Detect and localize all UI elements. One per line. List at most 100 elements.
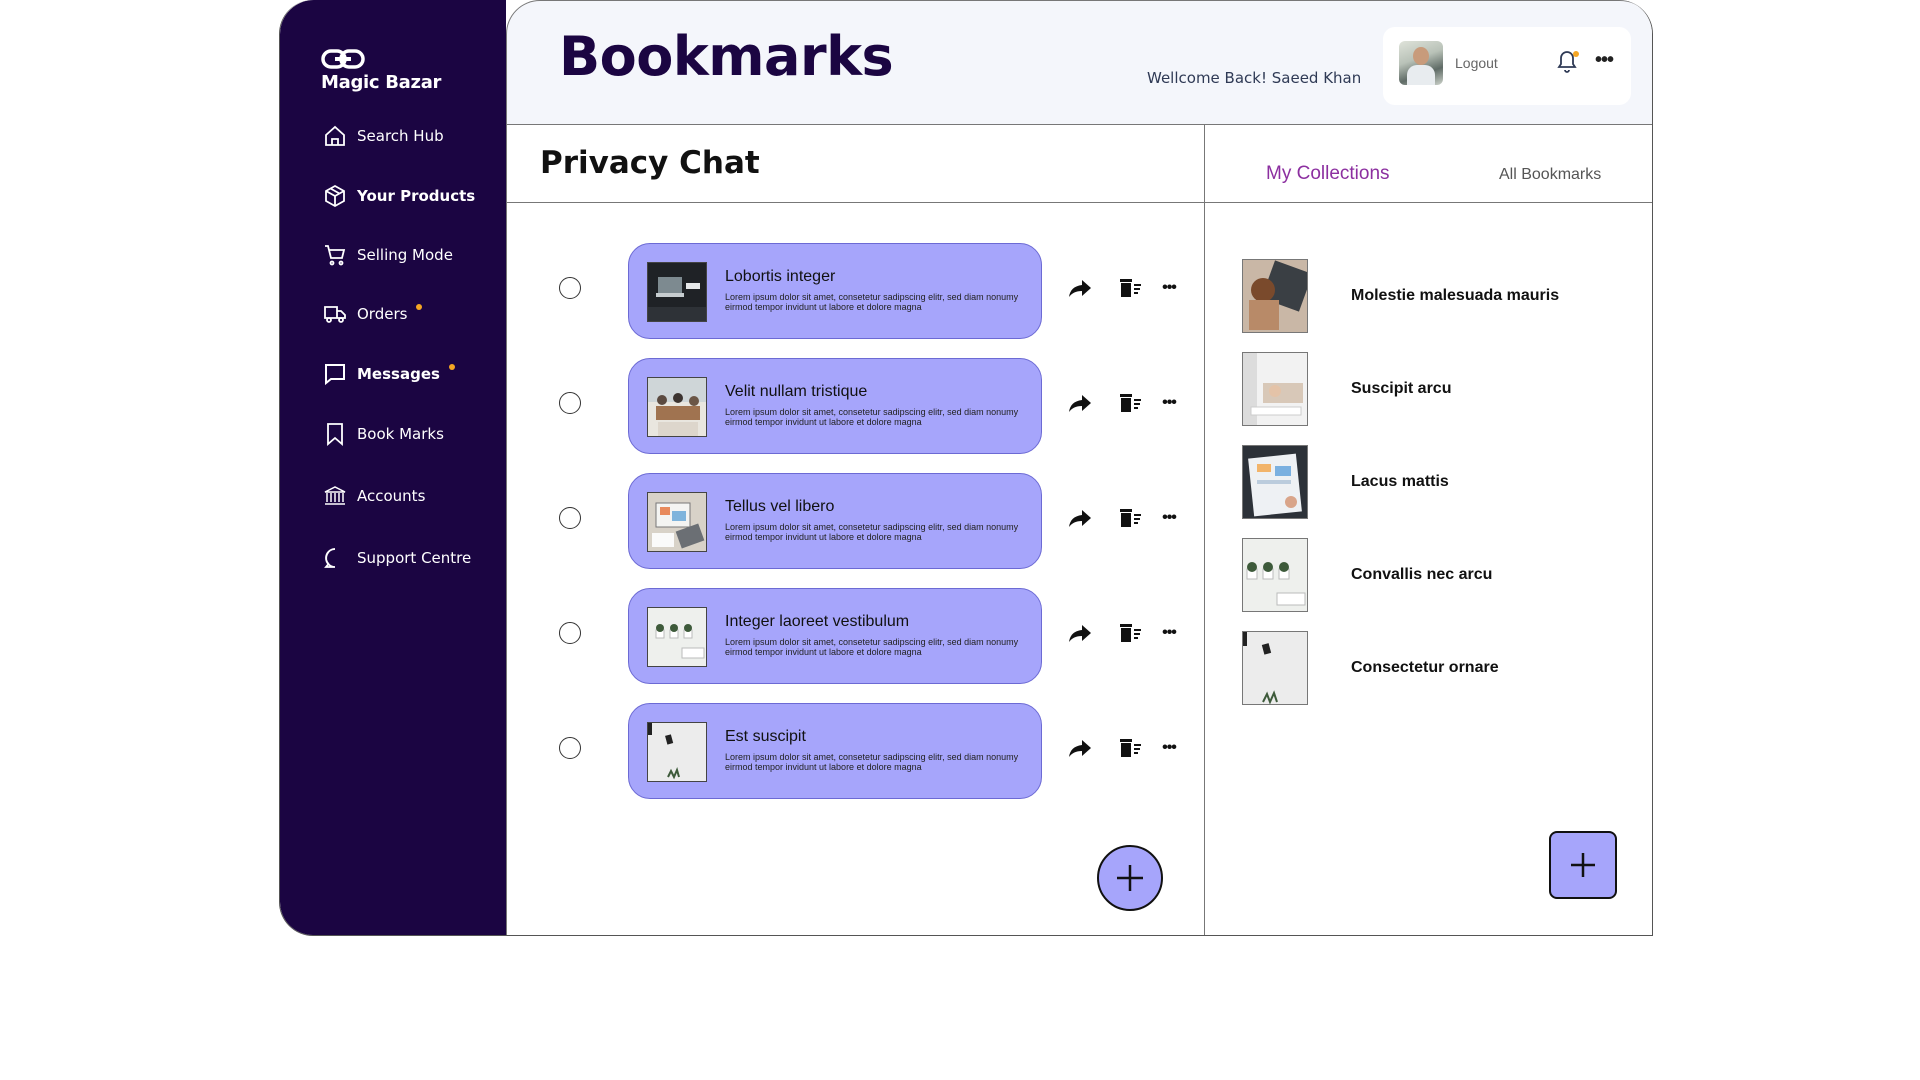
- divider: [507, 202, 1204, 203]
- more-options-icon[interactable]: •••: [1595, 49, 1614, 72]
- share-icon[interactable]: [1065, 733, 1095, 763]
- more-options-icon[interactable]: •••: [1154, 388, 1184, 418]
- collection-item[interactable]: Consectetur ornare: [1242, 631, 1642, 705]
- bank-icon: [324, 486, 346, 505]
- delete-icon[interactable]: [1115, 388, 1145, 418]
- logo-icon: [321, 49, 365, 69]
- sidebar-item-your-products[interactable]: Your Products: [323, 184, 475, 208]
- sidebar-item-accounts[interactable]: Accounts: [323, 484, 425, 508]
- card-description: Lorem ipsum dolor sit amet, consetetur s…: [725, 522, 1019, 542]
- sidebar-item-label: Accounts: [357, 487, 426, 505]
- collection-label: Convallis nec arcu: [1351, 566, 1493, 583]
- sidebar-item-orders[interactable]: Orders: [323, 302, 423, 326]
- sidebar-item-label: Search Hub: [357, 127, 444, 145]
- share-icon[interactable]: [1065, 618, 1095, 648]
- select-radio[interactable]: [559, 277, 581, 299]
- bookmark-card[interactable]: Tellus vel libero Lorem ipsum dolor sit …: [628, 473, 1042, 569]
- home-icon: [325, 125, 345, 146]
- select-radio[interactable]: [559, 737, 581, 759]
- card-title: Velit nullam tristique: [725, 383, 868, 400]
- bookmark-card[interactable]: Lobortis integer Lorem ipsum dolor sit a…: [628, 243, 1042, 339]
- thumbnail-image: [647, 377, 707, 437]
- logout-button[interactable]: Logout: [1455, 55, 1498, 71]
- collection-thumbnail: [1242, 445, 1308, 519]
- collection-label: Molestie malesuada mauris: [1351, 287, 1560, 304]
- sidebar-item-label: Support Centre: [357, 549, 472, 567]
- bookmark-icon: [327, 423, 343, 446]
- sidebar-item-book-marks[interactable]: Book Marks: [323, 422, 444, 446]
- card-title: Tellus vel libero: [725, 498, 835, 515]
- card-description: Lorem ipsum dolor sit amet, consetetur s…: [725, 637, 1019, 657]
- collection-item[interactable]: Molestie malesuada mauris: [1242, 259, 1642, 333]
- sidebar-item-label: Orders: [357, 305, 408, 323]
- list-item: Velit nullam tristique Lorem ipsum dolor…: [507, 358, 1206, 454]
- sidebar-item-label: Messages: [357, 365, 440, 383]
- add-bookmark-button[interactable]: [1097, 845, 1163, 911]
- collection-thumbnail: [1242, 259, 1308, 333]
- collection-label: Lacus mattis: [1351, 473, 1449, 490]
- collection-label: Suscipit arcu: [1351, 380, 1452, 397]
- select-radio[interactable]: [559, 622, 581, 644]
- thumbnail-image: [647, 262, 707, 322]
- chat-bubble-icon: [324, 548, 336, 568]
- sidebar-item-search-hub[interactable]: Search Hub: [323, 124, 444, 148]
- cart-icon: [325, 245, 346, 266]
- more-options-icon[interactable]: •••: [1154, 273, 1184, 303]
- brand-logo[interactable]: Magic Bazar: [321, 48, 441, 93]
- select-radio[interactable]: [559, 507, 581, 529]
- select-radio[interactable]: [559, 392, 581, 414]
- welcome-text: Wellcome Back! Saeed Khan: [1147, 69, 1362, 87]
- page-title: Bookmarks: [559, 25, 894, 88]
- add-collection-button[interactable]: [1549, 831, 1617, 899]
- sidebar-item-label: Book Marks: [357, 425, 444, 443]
- collection-thumbnail: [1242, 631, 1308, 705]
- list-item: Est suscipit Lorem ipsum dolor sit amet,…: [507, 703, 1206, 799]
- card-description: Lorem ipsum dolor sit amet, consetetur s…: [725, 407, 1019, 427]
- share-icon[interactable]: [1065, 503, 1095, 533]
- card-title: Est suscipit: [725, 728, 806, 745]
- sidebar-item-support-centre[interactable]: Support Centre: [323, 546, 471, 570]
- thumbnail-image: [647, 492, 707, 552]
- tab-all-bookmarks[interactable]: All Bookmarks: [1499, 166, 1601, 184]
- more-options-icon[interactable]: •••: [1154, 503, 1184, 533]
- more-options-icon[interactable]: •••: [1154, 733, 1184, 763]
- sidebar-item-label: Your Products: [357, 187, 476, 205]
- plus-icon: [1117, 865, 1143, 891]
- truck-icon: [324, 306, 346, 323]
- card-title: Lobortis integer: [725, 268, 836, 285]
- collections-panel: My Collections All Bookmarks Molestie ma…: [1205, 125, 1652, 935]
- share-icon[interactable]: [1065, 388, 1095, 418]
- delete-icon[interactable]: [1115, 273, 1145, 303]
- privacy-chat-panel: Privacy Chat Lobortis integer Lorem ipsu…: [506, 125, 1206, 935]
- plus-icon: [1571, 853, 1595, 877]
- sidebar-item-messages[interactable]: Messages: [323, 362, 456, 386]
- collection-label: Consectetur ornare: [1351, 659, 1499, 676]
- sidebar-item-selling-mode[interactable]: Selling Mode: [323, 243, 453, 267]
- box-icon: [325, 184, 345, 208]
- user-card: Logout •••: [1383, 27, 1631, 105]
- sidebar-item-label: Selling Mode: [357, 246, 453, 264]
- tab-my-collections[interactable]: My Collections: [1266, 163, 1390, 185]
- card-title: Integer laoreet vestibulum: [725, 613, 910, 630]
- collection-item[interactable]: Convallis nec arcu: [1242, 538, 1642, 612]
- divider: [1205, 202, 1652, 203]
- delete-icon[interactable]: [1115, 503, 1145, 533]
- message-icon: [325, 364, 345, 386]
- list-item: Integer laoreet vestibulum Lorem ipsum d…: [507, 588, 1206, 684]
- page-header: Bookmarks Wellcome Back! Saeed Khan Logo…: [506, 0, 1652, 125]
- delete-icon[interactable]: [1115, 733, 1145, 763]
- sidebar: Magic Bazar Search Hub Your Products Sel…: [280, 0, 506, 935]
- collection-item[interactable]: Lacus mattis: [1242, 445, 1642, 519]
- avatar[interactable]: [1399, 41, 1443, 85]
- brand-name: Magic Bazar: [321, 72, 442, 93]
- delete-icon[interactable]: [1115, 618, 1145, 648]
- collection-thumbnail: [1242, 538, 1308, 612]
- collection-item[interactable]: Suscipit arcu: [1242, 352, 1642, 426]
- bookmark-card[interactable]: Velit nullam tristique Lorem ipsum dolor…: [628, 358, 1042, 454]
- share-icon[interactable]: [1065, 273, 1095, 303]
- list-item: Tellus vel libero Lorem ipsum dolor sit …: [507, 473, 1206, 569]
- bookmark-card[interactable]: Est suscipit Lorem ipsum dolor sit amet,…: [628, 703, 1042, 799]
- bookmark-card[interactable]: Integer laoreet vestibulum Lorem ipsum d…: [628, 588, 1042, 684]
- more-options-icon[interactable]: •••: [1154, 618, 1184, 648]
- app-window: Magic Bazar Search Hub Your Products Sel…: [279, 0, 1653, 936]
